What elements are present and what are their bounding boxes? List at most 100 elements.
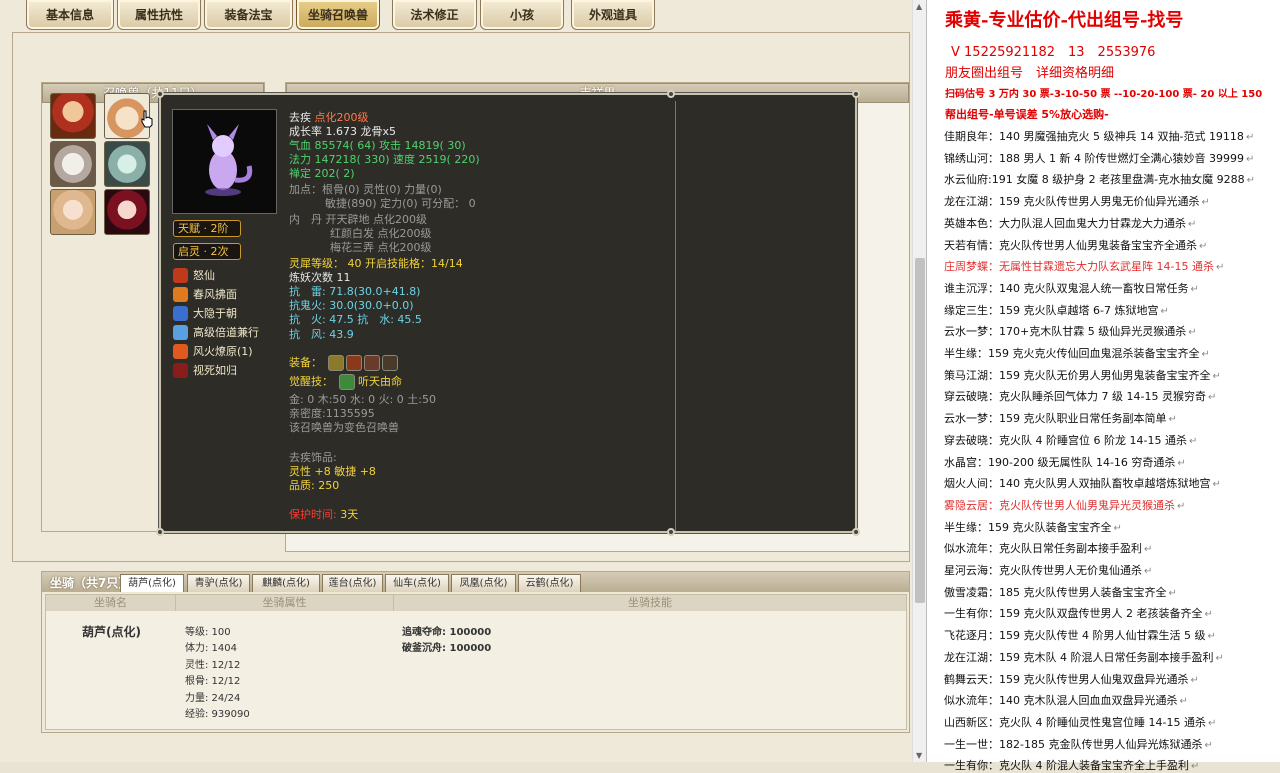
resist-wind-line: 抗 风: 43.9 — [289, 328, 354, 341]
return-mark-icon: ↵ — [1188, 218, 1197, 230]
return-mark-icon: ↵ — [1144, 544, 1153, 556]
mount-header-name: 坐骑名 — [46, 595, 176, 611]
mount-tab-2[interactable]: 青驴(点化) — [187, 574, 250, 592]
tab-1[interactable]: 基本信息 — [26, 0, 114, 30]
return-mark-icon: ↵ — [1188, 435, 1198, 447]
protect-value: 3天 — [340, 508, 359, 521]
note-entry-text: 策马江湖：159 克火队无价男人男仙男鬼装备宝宝齐全 — [944, 368, 1211, 382]
summon-avatar-1[interactable] — [50, 93, 96, 139]
tooltip-divider — [675, 101, 851, 531]
note-entry-text: 山西新区：克火队 4 阶睡仙灵性鬼宫位睡 14-15 通杀 — [944, 715, 1206, 729]
mount-attr: 力量: 24/24 — [185, 693, 241, 704]
equip-slot-icon[interactable] — [327, 355, 344, 371]
summon-avatar-5[interactable] — [50, 189, 96, 235]
mount-attr: 灵性: 12/12 — [185, 660, 241, 671]
talent-badge: 天赋 · 2阶 — [173, 220, 241, 237]
return-mark-icon: ↵ — [1168, 587, 1177, 599]
skill-wave-icon — [173, 305, 188, 321]
note-entry-text: 半生缘：159 克火克火传仙回血鬼混杀装备宝宝齐全 — [944, 347, 1200, 360]
return-mark-icon: ↵ — [1191, 761, 1200, 773]
return-mark-icon: ↵ — [1215, 262, 1225, 274]
summon-avatar-6[interactable] — [104, 189, 150, 235]
mount-title: 坐骑（共7只） — [50, 576, 131, 590]
hand-cursor-icon — [141, 110, 153, 128]
awaken-skill-icon[interactable] — [338, 374, 355, 390]
equip-slot-icon[interactable] — [363, 355, 380, 371]
note-entry: 英雄本色：大力队混人回血鬼大力甘霖龙大力通杀 ↵ — [944, 215, 1196, 231]
return-mark-icon: ↵ — [1201, 197, 1210, 209]
skill-label: 大隐于朝 — [193, 307, 237, 320]
note-entry: 傲雪凌霜：185 克火队传世男人装备宝宝齐全 ↵ — [944, 584, 1177, 600]
note-entry: 雾隐云居：克火队传世男人仙男鬼异光灵猴通杀 ↵ — [944, 497, 1185, 513]
note-entry: 策马江湖：159 克火队无价男人男仙男鬼装备宝宝齐全 ↵ — [944, 367, 1221, 383]
mount-tab-6[interactable]: 凤凰(点化) — [451, 574, 516, 592]
return-mark-icon: ↵ — [1160, 305, 1169, 317]
skill-label: 风火燎原(1) — [193, 345, 253, 358]
return-mark-icon: ↵ — [1113, 522, 1122, 534]
note-entry: 穿云破晓：克火队睡杀回气体力 7 级 14-15 灵猴穷奇 ↵ — [944, 388, 1216, 404]
mount-tab-7[interactable]: 云鹤(点化) — [518, 574, 581, 592]
note-entry: 穿去破晓：克火队 4 阶睡宫位 6 阶龙 14-15 通杀 ↵ — [944, 432, 1197, 448]
mount-panel: 坐骑（共7只） 葫芦(点化) 青驴(点化) 麒麟(点化) 莲台(点化) 仙车(点化) 凤凰… — [41, 571, 910, 733]
note-entry-text: 半生缘：159 克火队装备宝宝齐全 — [944, 520, 1112, 534]
note-entry: 庄周梦蝶：无属性甘霖遗忘大力队玄武星阵 14-15 通杀 ↵ — [944, 258, 1224, 274]
note-entry-text: 锦绣山河：188 男人 1 新 4 阶传世燃灯全满心猿妙音 39999 — [944, 151, 1244, 165]
tab-2[interactable]: 属性抗性 — [117, 0, 201, 30]
skill-label: 怒仙 — [193, 269, 215, 282]
scroll-thumb[interactable] — [915, 258, 925, 603]
skill-row[interactable]: 大隐于朝 — [173, 304, 237, 322]
tab-6[interactable]: 小孩 — [480, 0, 564, 30]
mount-name: 葫芦(点化) — [82, 625, 141, 639]
tooltip-corner — [156, 528, 164, 536]
note-entry-text: 水云仙府:191 女魔 8 级护身 2 老孩里盘满-克水抽女魔 9288 — [944, 173, 1245, 187]
note-entry-text: 傲雪凌霜：185 克火队传世男人装备宝宝齐全 — [944, 585, 1167, 599]
tab-5[interactable]: 法术修正 — [392, 0, 477, 30]
mount-tab-4[interactable]: 莲台(点化) — [322, 574, 383, 592]
note-entry: 半生缘：159 克火队装备宝宝齐全 ↵ — [944, 519, 1122, 535]
note-entry-text: 缘定三生：159 克火队卓越塔 6-7 炼狱地宫 — [944, 303, 1159, 317]
mount-tab-5[interactable]: 仙车(点化) — [385, 574, 449, 592]
neidan-line-3: 梅花三弄 点化200级 — [330, 241, 432, 254]
notes-line-2: 朋友圈出组号 详细资格明细 — [945, 66, 1115, 81]
mount-attr: 等级: 100 — [185, 627, 231, 638]
note-entry: 缘定三生：159 克火队卓越塔 6-7 炼狱地宫 ↵ — [944, 302, 1169, 318]
mount-tab-3[interactable]: 麒麟(点化) — [252, 574, 320, 592]
summon-avatar-4[interactable] — [104, 141, 150, 187]
equip-slot-icon[interactable] — [381, 355, 398, 371]
equip-slot-icon[interactable] — [345, 355, 362, 371]
tab-4[interactable]: 坐骑召唤兽 — [296, 0, 380, 30]
note-entry: 锦绣山河：188 男人 1 新 4 阶传世燃灯全满心猿妙音 39999 ↵ — [944, 150, 1254, 166]
scroll-up-icon[interactable]: ▲ — [916, 2, 922, 11]
skill-skull-icon — [173, 362, 188, 378]
tab-7[interactable]: 外观道具 — [571, 0, 655, 30]
return-mark-icon: ↵ — [1201, 349, 1210, 360]
skill-row[interactable]: 怒仙 — [173, 266, 215, 284]
note-entry: 似水流年：140 克木队混人回血血双盘异光通杀 ↵ — [944, 692, 1188, 708]
skill-row[interactable]: 视死如归 — [173, 361, 237, 379]
equip-label: 装备： — [289, 356, 322, 369]
return-mark-icon: ↵ — [1246, 175, 1256, 187]
skill-wing-icon — [173, 324, 188, 340]
note-entry-text: 庄周梦蝶：无属性甘霖遗忘大力队玄武星阵 14-15 通杀 — [944, 260, 1214, 274]
return-mark-icon: ↵ — [1207, 631, 1216, 643]
skill-row[interactable]: 高级倍道兼行 — [173, 323, 259, 341]
note-entry-text: 一生有你：159 克火队双盘传世男人 2 老孩装备齐全 — [944, 607, 1203, 621]
skill-blaze-icon — [173, 343, 188, 359]
scroll-down-icon[interactable]: ▼ — [916, 751, 922, 760]
note-entry-text: 云水一梦：159 克火队职业日常任务副本简单 — [944, 412, 1167, 426]
note-entry-text: 烟火人间：140 克火队男人双抽队畜牧卓越塔炼狱地宫 — [944, 477, 1211, 491]
tooltip-corner — [667, 528, 675, 536]
skill-row[interactable]: 春风拂面 — [173, 285, 237, 303]
vertical-scrollbar[interactable]: ▲ ▼ — [912, 0, 926, 762]
note-entry: 龙在江湖：159 克木队 4 阶混人日常任务副本接手盈利 ↵ — [944, 649, 1224, 665]
note-entry-text: 雾隐云居：克火队传世男人仙男鬼异光灵猴通杀 — [944, 498, 1175, 512]
mount-tab-1[interactable]: 葫芦(点化) — [120, 574, 184, 592]
transform-line: 该召唤兽为变色召唤兽 — [289, 421, 399, 434]
zen-line: 禅定 202( 2) — [289, 167, 355, 180]
summon-tooltip: 天赋 · 2阶 启灵 · 2次 怒仙 春风拂面 大隐于朝 高级倍道兼行 风火燎原… — [156, 90, 860, 536]
equip-line: 装备： — [289, 354, 398, 371]
tab-3[interactable]: 装备法宝 — [204, 0, 293, 30]
skill-row[interactable]: 风火燎原(1) — [173, 342, 253, 360]
note-entry-text: 鹤舞云天：159 克火队传世男人仙鬼双盘异光通杀 — [944, 672, 1189, 686]
summon-avatar-3[interactable] — [50, 141, 96, 187]
